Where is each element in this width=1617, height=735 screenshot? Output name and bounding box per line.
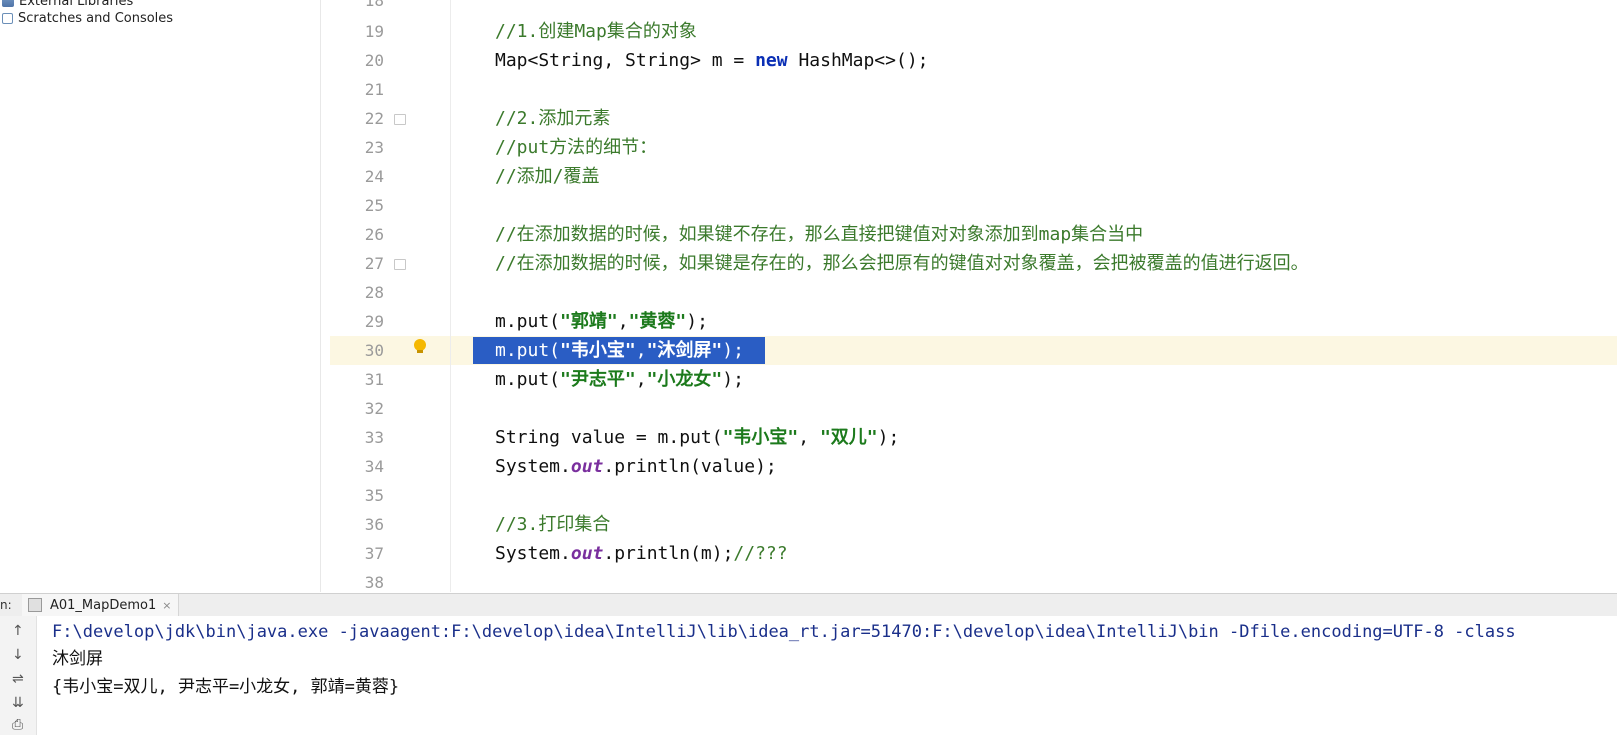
code-token: System.: [495, 456, 571, 477]
line-number: 32: [364, 399, 384, 418]
line-number: 30: [364, 341, 384, 360]
run-panel-label: n:: [0, 598, 12, 612]
scroll-up-icon[interactable]: ↑: [12, 624, 24, 638]
line-number: 26: [364, 225, 384, 244]
code-token: Map<String, String> m =: [495, 50, 756, 71]
code-token: ,: [635, 369, 647, 390]
code-string: "沐剑屏": [646, 340, 723, 361]
console-line: F:\develop\jdk\bin\java.exe -javaagent:F…: [52, 622, 1516, 642]
line-number: 23: [364, 138, 384, 157]
code-string: "韦小宝": [722, 427, 799, 448]
scroll-to-end-icon[interactable]: ⇊: [12, 696, 24, 710]
code-token: ,: [635, 340, 647, 361]
code-token: );: [722, 340, 744, 361]
code-token: m.put(: [495, 369, 561, 390]
line-number: 31: [364, 370, 384, 389]
code-string: "尹志平": [560, 369, 636, 390]
run-tab-bar: n: A01_MapDemo1 ×: [0, 593, 1617, 617]
code-string: "双儿": [819, 427, 878, 448]
console-toolbar: ↑ ↓ ⇌ ⇊ ⎙: [0, 616, 37, 735]
line-number: 36: [364, 515, 384, 534]
library-icon: [2, 0, 14, 7]
line-number: 29: [364, 312, 384, 331]
code-line-31[interactable]: m.put("尹志平","小龙女");: [495, 365, 744, 394]
line-number: 33: [364, 428, 384, 447]
code-line-19[interactable]: //1.创建Map集合的对象: [495, 17, 697, 46]
line-number: 35: [364, 486, 384, 505]
code-token: String value = m.put(: [495, 427, 723, 448]
code-token: m.put(: [495, 311, 561, 332]
line-number: 24: [364, 167, 384, 186]
fold-marker-icon[interactable]: [394, 114, 406, 125]
line-number: 20: [364, 51, 384, 70]
code-keyword: new: [755, 50, 788, 71]
code-string: "小龙女": [646, 369, 723, 390]
project-tree: External Libraries Scratches and Console…: [0, 0, 321, 592]
code-token: );: [686, 311, 708, 332]
line-number: 21: [364, 80, 384, 99]
line-number: 34: [364, 457, 384, 476]
code-string: "郭靖": [560, 311, 618, 332]
line-number: 25: [364, 196, 384, 215]
tree-item-scratches[interactable]: Scratches and Consoles: [0, 8, 173, 28]
code-token: );: [877, 427, 900, 448]
code-string: "韦小宝": [560, 340, 636, 361]
run-config-icon: [28, 598, 42, 612]
line-number: 22: [364, 109, 384, 128]
line-number: 28: [364, 283, 384, 302]
line-number: 18: [364, 0, 384, 10]
intention-bulb-icon[interactable]: [414, 339, 426, 353]
code-token: HashMap<>();: [787, 50, 929, 71]
editor-gutter: 18 19 20 21 22 23 24 25 26 27 28 29 30 3…: [330, 0, 451, 592]
code-line-37[interactable]: System.out.println(m);//???: [495, 539, 788, 568]
soft-wrap-icon[interactable]: ⇌: [12, 672, 24, 686]
code-line-34[interactable]: System.out.println(value);: [495, 452, 777, 481]
code-line-29[interactable]: m.put("郭靖","黄蓉");: [495, 307, 708, 336]
code-line-26[interactable]: //在添加数据的时候，如果键不存在，那么直接把键值对对象添加到map集合当中: [495, 220, 1143, 249]
console-line: {韦小宝=双儿, 尹志平=小龙女, 郭靖=黄蓉}: [52, 677, 400, 697]
line-number: 27: [364, 254, 384, 273]
code-static-field: out: [570, 543, 604, 564]
code-line-20[interactable]: Map<String, String> m = new HashMap<>();: [495, 46, 929, 75]
code-token: .println(m);: [603, 543, 734, 564]
code-line-36[interactable]: //3.打印集合: [495, 510, 610, 539]
fold-marker-icon[interactable]: [394, 259, 406, 270]
code-token: m.put(: [495, 340, 561, 361]
code-line-24[interactable]: //添加/覆盖: [495, 162, 600, 191]
code-token: System.: [495, 543, 571, 564]
code-comment: //???: [733, 543, 788, 564]
code-line-22[interactable]: //2.添加元素: [495, 104, 610, 133]
code-token: .println(value);: [603, 456, 777, 477]
run-tab-a01-mapdemo1[interactable]: A01_MapDemo1 ×: [22, 594, 179, 616]
code-line-27[interactable]: //在添加数据的时候，如果键是存在的，那么会把原有的键值对对象覆盖，会把被覆盖的…: [495, 249, 1309, 278]
run-tab-label: A01_MapDemo1: [50, 597, 157, 613]
line-number: 37: [364, 544, 384, 563]
line-number: 19: [364, 22, 384, 41]
scroll-down-icon[interactable]: ↓: [12, 648, 24, 662]
tree-item-label: Scratches and Consoles: [18, 10, 174, 26]
code-static-field: out: [570, 456, 604, 477]
code-token: ,: [798, 427, 820, 448]
code-line-33[interactable]: String value = m.put("韦小宝", "双儿");: [495, 423, 899, 452]
code-token: ,: [617, 311, 629, 332]
print-icon[interactable]: ⎙: [12, 718, 23, 732]
code-line-23[interactable]: //put方法的细节：: [495, 133, 657, 162]
console-line: 沐剑屏: [52, 649, 103, 669]
close-icon[interactable]: ×: [162, 599, 171, 612]
code-token: );: [722, 369, 744, 390]
code-string: "黄蓉": [628, 311, 687, 332]
scratches-icon: [2, 12, 13, 24]
code-line-30[interactable]: m.put("韦小宝","沐剑屏");: [495, 336, 744, 365]
